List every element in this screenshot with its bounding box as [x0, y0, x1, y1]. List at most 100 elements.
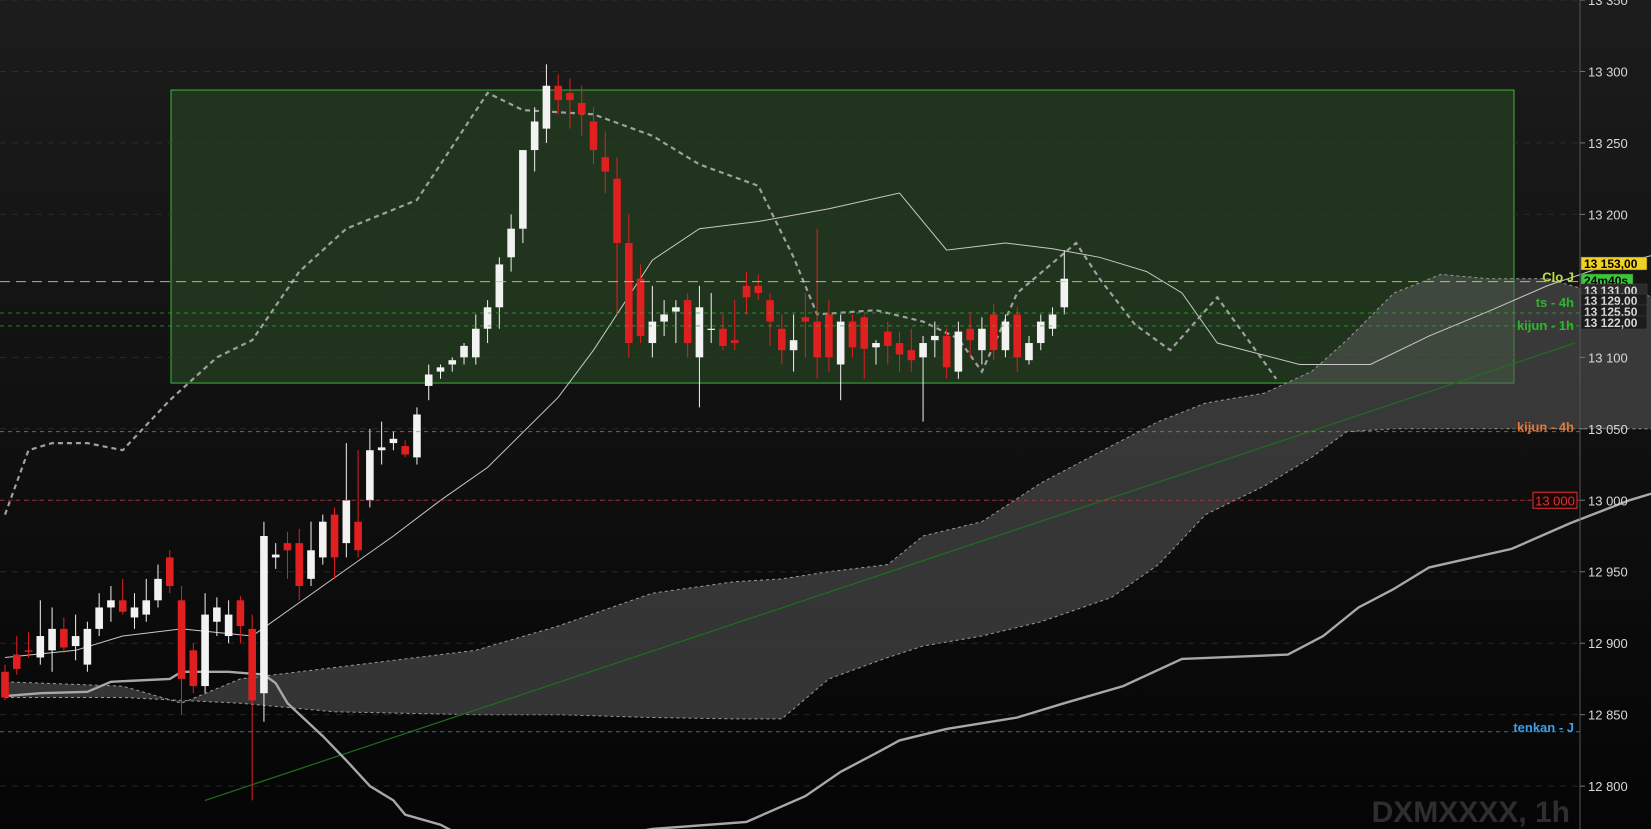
- candle-body: [683, 300, 692, 344]
- axis-tick-label: 13 100: [1588, 350, 1628, 365]
- candle-body: [742, 285, 751, 298]
- axis-tick-label: 12 900: [1588, 636, 1628, 651]
- candle-body: [577, 102, 586, 115]
- axis-tick-label: 13 350: [1588, 0, 1628, 8]
- candle-body: [636, 278, 645, 336]
- price-tag-label: 13 122,00: [1584, 316, 1638, 330]
- level-label: Clo J: [1542, 270, 1574, 285]
- candle-body: [766, 300, 774, 322]
- candle-body: [836, 321, 845, 365]
- axis-tick-label: 13 050: [1588, 422, 1628, 437]
- candle-body: [778, 328, 786, 351]
- candle-body: [519, 150, 527, 229]
- candle-body: [719, 328, 727, 346]
- candle-body: [754, 285, 763, 294]
- candle-body: [625, 242, 633, 344]
- candle-body: [165, 557, 174, 587]
- candle-body: [154, 578, 162, 601]
- candle-body: [12, 654, 21, 669]
- candle-body: [60, 628, 68, 648]
- level-label: ts - 4h: [1536, 295, 1574, 310]
- level-label: kijun - 1h: [1517, 318, 1574, 333]
- candle-body: [71, 636, 80, 647]
- candle-body: [142, 600, 151, 615]
- candle-body: [942, 335, 951, 368]
- candle-body: [377, 447, 386, 451]
- price-tag-label: 13 153,00: [1584, 257, 1638, 271]
- candle-body: [860, 317, 869, 349]
- candle-body: [413, 414, 421, 458]
- candle-body: [424, 374, 433, 386]
- candle-body: [260, 535, 268, 694]
- candle-body: [283, 543, 292, 551]
- candle-body: [883, 331, 892, 346]
- candle-body: [295, 543, 304, 587]
- candle-body: [36, 636, 45, 658]
- candle-body: [248, 628, 256, 701]
- candle[interactable]: [83, 621, 92, 672]
- candle-body: [566, 92, 574, 101]
- candle-body: [1025, 343, 1033, 361]
- candle-body: [472, 328, 480, 358]
- candle-body: [1013, 314, 1022, 358]
- candle-body: [601, 157, 610, 172]
- candle-body: [201, 614, 209, 687]
- candle-body: [1060, 278, 1069, 308]
- candlestick-chart[interactable]: Clo J ts - 4h kijun - 1h kijun - 4h 13 000 te…: [0, 0, 1651, 829]
- candle-body: [354, 521, 362, 551]
- candle-body: [660, 314, 668, 322]
- candle-body: [978, 328, 986, 351]
- candle-body: [825, 314, 833, 358]
- candle-body: [177, 600, 186, 679]
- candle-body: [24, 650, 33, 652]
- candle-body: [48, 628, 56, 651]
- candle-body: [542, 85, 551, 129]
- candle-body: [236, 600, 245, 627]
- candle-body: [919, 343, 927, 358]
- candle-body: [931, 335, 939, 341]
- axis-tick-label: 12 800: [1588, 779, 1628, 794]
- candle-body: [907, 350, 916, 361]
- level-label: tenkan - J: [1513, 720, 1574, 735]
- candle-body: [460, 345, 468, 358]
- axis-tick-label: 13 300: [1588, 64, 1628, 79]
- candle[interactable]: [413, 407, 421, 465]
- candle-body: [554, 85, 562, 101]
- chart-watermark: DXMXXXX, 1h: [1372, 796, 1570, 829]
- candle-body: [436, 367, 445, 372]
- candle-body: [507, 228, 515, 258]
- axis-tick-label: 12 850: [1588, 708, 1628, 723]
- candle-body: [589, 121, 598, 151]
- candle-body: [342, 500, 351, 544]
- candle-body: [989, 314, 998, 351]
- candle-body: [730, 340, 739, 344]
- candle[interactable]: [318, 514, 327, 565]
- candle-body: [118, 600, 127, 612]
- candle-body: [366, 450, 374, 501]
- candle-body: [672, 307, 680, 312]
- candle-body: [401, 445, 409, 455]
- candle-body: [648, 321, 657, 344]
- chart-root: Clo J ts - 4h kijun - 1h kijun - 4h 13 000 te…: [0, 0, 1651, 829]
- candle-body: [130, 607, 139, 618]
- candle-body: [895, 343, 904, 355]
- candle-body: [495, 264, 504, 308]
- candle-body: [213, 607, 221, 622]
- candle-body: [966, 328, 974, 341]
- candle[interactable]: [260, 521, 268, 722]
- candle-body: [801, 317, 810, 322]
- candle-body: [95, 607, 103, 629]
- candle-body: [530, 121, 539, 151]
- axis-tick-label: 13 250: [1588, 136, 1628, 151]
- axis-tick-label: 12 950: [1588, 565, 1628, 580]
- axis-tick-label: 13 200: [1588, 207, 1628, 222]
- candle-body: [613, 178, 621, 243]
- candle-body: [189, 650, 198, 687]
- candle-body: [1048, 314, 1057, 329]
- candle-body: [789, 340, 798, 351]
- axis-tick-label: 13 000: [1588, 493, 1628, 508]
- candle[interactable]: [189, 643, 198, 694]
- candle-body: [307, 550, 315, 579]
- candle-body: [813, 321, 821, 358]
- candle-body: [330, 514, 339, 558]
